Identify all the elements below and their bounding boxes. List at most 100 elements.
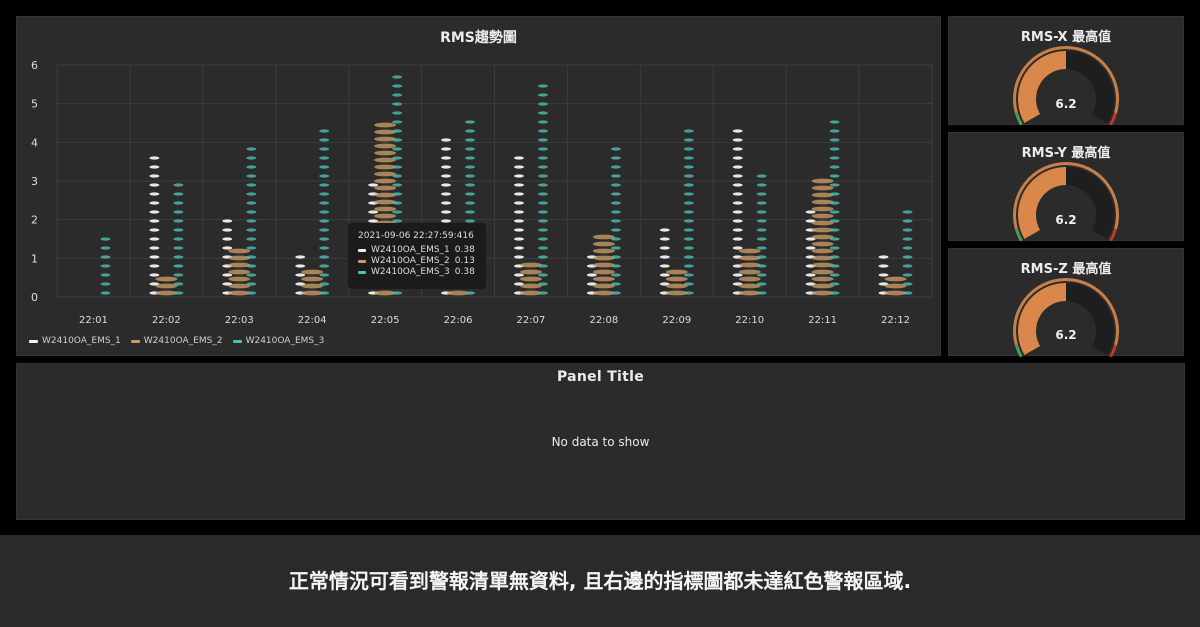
data-point <box>732 210 743 214</box>
data-point <box>149 255 160 259</box>
data-point <box>683 129 694 133</box>
data-point <box>319 246 330 250</box>
caption-bar: 正常情況可看到警報清單無資料, 且右邊的指標圖都未達紅色警報區域. <box>0 535 1200 627</box>
data-point <box>683 264 694 268</box>
data-point <box>829 255 840 259</box>
data-point <box>173 192 184 196</box>
data-point <box>756 264 767 268</box>
gauge-fill <box>1018 167 1066 239</box>
data-point <box>586 273 597 277</box>
legend-item-ems-2[interactable]: W2410OA_EMS_2 <box>130 336 223 346</box>
data-point <box>100 237 111 241</box>
data-column <box>592 234 615 296</box>
no-data-message: No data to show <box>551 435 650 449</box>
data-point <box>610 291 621 295</box>
data-point <box>811 269 834 275</box>
data-point <box>173 183 184 187</box>
data-point <box>246 255 257 259</box>
data-point <box>374 206 397 212</box>
data-point <box>592 269 615 275</box>
data-point <box>829 165 840 169</box>
data-point <box>665 269 688 275</box>
data-point <box>246 237 257 241</box>
data-point <box>610 183 621 187</box>
data-point <box>537 129 548 133</box>
data-point <box>902 228 913 232</box>
data-point <box>811 241 834 247</box>
data-point <box>228 276 251 282</box>
data-point <box>732 147 743 151</box>
data-point <box>149 264 160 268</box>
x-tick-label: 22:07 <box>517 315 546 326</box>
data-point <box>829 120 840 124</box>
data-point <box>683 255 694 259</box>
data-point <box>374 213 397 219</box>
data-point <box>756 291 767 295</box>
chart-legend: W2410OA_EMS_1 W2410OA_EMS_2 W2410OA_EMS_… <box>29 336 324 346</box>
data-point <box>246 156 257 160</box>
data-point <box>173 291 184 295</box>
data-point <box>228 269 251 275</box>
legend-item-ems-3[interactable]: W2410OA_EMS_3 <box>232 336 325 346</box>
data-point <box>465 210 476 214</box>
data-point <box>319 192 330 196</box>
data-point <box>392 129 403 133</box>
data-point <box>173 246 184 250</box>
data-point <box>902 282 913 286</box>
gauge-value: 6.2 <box>1055 213 1077 227</box>
data-point <box>610 210 621 214</box>
data-point <box>829 156 840 160</box>
data-point <box>829 228 840 232</box>
data-point <box>319 255 330 259</box>
data-point <box>884 276 907 282</box>
data-point <box>392 138 403 142</box>
data-point <box>513 237 524 241</box>
gauge-value: 6.2 <box>1055 97 1077 111</box>
data-column <box>665 269 688 296</box>
data-column <box>513 156 524 295</box>
x-tick-label: 22:08 <box>589 315 618 326</box>
x-tick-label: 22:05 <box>371 315 400 326</box>
data-point <box>465 174 476 178</box>
data-point <box>683 219 694 223</box>
data-point <box>732 183 743 187</box>
data-point <box>319 228 330 232</box>
data-point <box>392 183 403 187</box>
data-point <box>659 264 670 268</box>
data-point <box>441 210 452 214</box>
data-point <box>878 273 889 277</box>
data-point <box>537 183 548 187</box>
data-point <box>319 183 330 187</box>
data-point <box>732 192 743 196</box>
data-point <box>246 174 257 178</box>
data-point <box>246 165 257 169</box>
data-point <box>149 165 160 169</box>
data-point <box>513 228 524 232</box>
data-point <box>228 248 251 254</box>
data-point <box>756 237 767 241</box>
gauge-value: 6.2 <box>1055 328 1077 342</box>
data-point <box>902 219 913 223</box>
data-point <box>246 228 257 232</box>
data-point <box>374 178 397 184</box>
data-point <box>173 273 184 277</box>
data-point <box>149 237 160 241</box>
data-point <box>149 246 160 250</box>
data-point <box>173 201 184 205</box>
data-point <box>537 291 548 295</box>
tooltip-series-name: W2410OA_EMS_2 <box>371 256 450 266</box>
data-point <box>246 201 257 205</box>
data-point <box>519 276 542 282</box>
legend-item-ems-1[interactable]: W2410OA_EMS_1 <box>29 336 121 346</box>
data-point <box>902 246 913 250</box>
data-point <box>610 165 621 169</box>
data-point <box>592 276 615 282</box>
gauge-arc-group <box>1013 278 1119 357</box>
data-point <box>659 237 670 241</box>
data-point <box>392 201 403 205</box>
data-point <box>222 246 233 250</box>
data-column <box>301 269 324 296</box>
data-point <box>811 185 834 191</box>
legend-label: W2410OA_EMS_3 <box>245 336 325 346</box>
data-point <box>392 111 403 115</box>
